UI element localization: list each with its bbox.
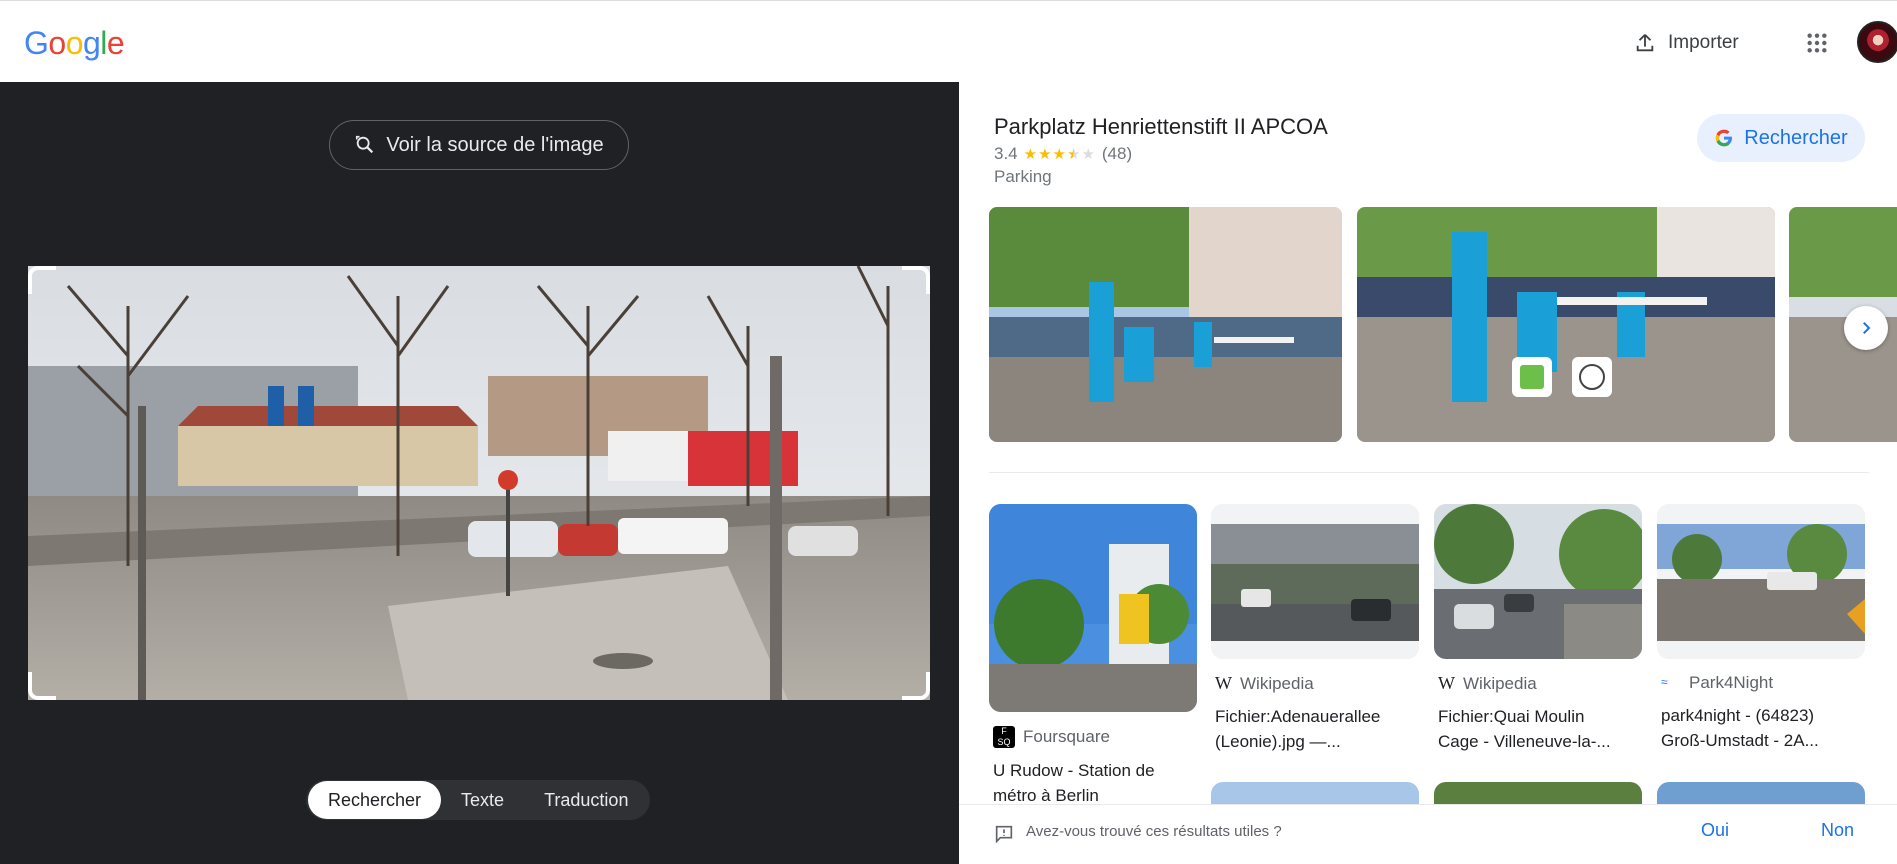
feedback-yes-button[interactable]: Oui <box>1701 820 1729 841</box>
results-panel: Parkplatz Henriettenstift II APCOA 3.4 ★… <box>959 82 1897 864</box>
review-count[interactable]: (48) <box>1102 144 1132 164</box>
result-card[interactable]: W Wikipedia Fichier:Adenauerallee (Leoni… <box>1211 504 1419 754</box>
wikipedia-icon: W <box>1215 673 1232 693</box>
place-rating: 3.4 ★★★★★ (48) <box>994 144 1132 164</box>
result-title-line: Fichier:Adenauerallee <box>1215 707 1381 726</box>
image-viewer-panel: Voir la source de l'image Rechercher Tex… <box>0 82 959 864</box>
result-source-name: Foursquare <box>1023 727 1110 746</box>
result-title[interactable]: park4night - (64823) Groß-Umstadt - 2A..… <box>1657 703 1865 753</box>
wikipedia-icon: W <box>1438 673 1455 693</box>
feedback-no-button[interactable]: Non <box>1821 820 1854 841</box>
rating-stars-icon: ★★★★★ <box>1023 146 1096 163</box>
result-title-line: Cage - Villeneuve-la-... <box>1438 732 1611 751</box>
apps-grid-button[interactable] <box>1797 23 1837 63</box>
result-source: ≈ Park4Night <box>1657 673 1865 693</box>
place-title[interactable]: Parkplatz Henriettenstift II APCOA <box>994 114 1328 140</box>
result-thumbnail-partial[interactable] <box>1657 782 1865 804</box>
top-bar: Google Importer <box>0 0 1897 82</box>
result-source: W Wikipedia <box>1434 673 1642 694</box>
tab-texte[interactable]: Texte <box>441 781 524 819</box>
crop-handle-top-left[interactable] <box>28 266 56 294</box>
feedback-question: Avez-vous trouvé ces résultats utiles ? <box>1026 823 1282 840</box>
feedback-bar: Avez-vous trouvé ces résultats utiles ? … <box>959 804 1897 864</box>
apps-grid-icon <box>1807 33 1827 53</box>
view-image-source-label: Voir la source de l'image <box>386 133 604 156</box>
result-title-line: (Leonie).jpg —... <box>1215 732 1341 751</box>
google-g-icon <box>1715 129 1733 147</box>
result-thumbnail <box>1657 504 1865 659</box>
result-thumbnail-partial[interactable] <box>1434 782 1642 804</box>
logo-letter: o <box>48 25 66 61</box>
result-title-line: U Rudow - Station de <box>993 761 1155 780</box>
tab-traduction[interactable]: Traduction <box>524 781 648 819</box>
logo-letter: o <box>65 25 84 61</box>
tab-rechercher[interactable]: Rechercher <box>308 781 442 819</box>
result-thumbnail <box>1211 504 1419 659</box>
street-scene-image <box>28 266 930 700</box>
google-logo[interactable]: Google <box>24 25 125 62</box>
next-photos-button[interactable] <box>1844 306 1888 350</box>
place-photo-1[interactable] <box>989 207 1342 442</box>
logo-letter: G <box>24 25 49 61</box>
result-source-name: Wikipedia <box>1240 673 1314 693</box>
result-thumbnail <box>989 504 1197 712</box>
mode-tabs: Rechercher Texte Traduction <box>306 780 651 820</box>
result-title[interactable]: U Rudow - Station de métro à Berlin <box>989 758 1197 808</box>
crop-handle-bottom-right[interactable] <box>902 672 930 700</box>
logo-letter: g <box>82 25 101 61</box>
rating-value: 3.4 <box>994 144 1018 163</box>
logo-letter: l <box>100 25 107 61</box>
result-source: F SQ Foursquare <box>989 726 1197 748</box>
result-card[interactable]: ≈ Park4Night park4night - (64823) Groß-U… <box>1657 504 1865 753</box>
park4night-icon: ≈ <box>1661 675 1668 689</box>
result-source-name: Wikipedia <box>1463 673 1537 693</box>
result-title-line: Groß-Umstadt - 2A... <box>1661 731 1819 750</box>
place-type: Parking <box>994 167 1052 186</box>
chevron-right-icon <box>1863 322 1871 334</box>
account-avatar[interactable] <box>1857 21 1897 63</box>
result-thumbnail-partial[interactable] <box>1211 782 1419 804</box>
lens-search-icon <box>356 135 374 154</box>
result-title-line: Fichier:Quai Moulin <box>1438 707 1585 726</box>
view-image-source-button[interactable]: Voir la source de l'image <box>329 120 629 170</box>
result-title-line: park4night - (64823) <box>1661 706 1815 725</box>
foursquare-icon: F SQ <box>993 726 1015 748</box>
result-thumbnail <box>1434 504 1642 659</box>
google-search-button[interactable]: Rechercher <box>1697 114 1865 162</box>
upload-icon <box>1636 34 1654 52</box>
place-photo-2[interactable] <box>1357 207 1775 442</box>
crop-handle-top-right[interactable] <box>902 266 930 294</box>
logo-letter: e <box>106 25 125 61</box>
result-card[interactable]: W Wikipedia Fichier:Quai Moulin Cage - V… <box>1434 504 1642 754</box>
result-title[interactable]: Fichier:Adenauerallee (Leonie).jpg —... <box>1211 704 1419 754</box>
result-source-name: Park4Night <box>1689 673 1774 692</box>
google-search-label: Rechercher <box>1744 126 1848 149</box>
result-title[interactable]: Fichier:Quai Moulin Cage - Villeneuve-la… <box>1434 704 1642 754</box>
query-image[interactable] <box>28 266 930 700</box>
crop-handle-bottom-left[interactable] <box>28 672 56 700</box>
import-button[interactable]: Importer <box>1620 23 1753 63</box>
result-source: W Wikipedia <box>1211 673 1419 694</box>
import-label: Importer <box>1668 32 1739 53</box>
section-divider <box>989 472 1869 473</box>
result-card[interactable]: F SQ Foursquare U Rudow - Station de métr… <box>989 504 1197 808</box>
feedback-icon <box>995 825 1013 844</box>
